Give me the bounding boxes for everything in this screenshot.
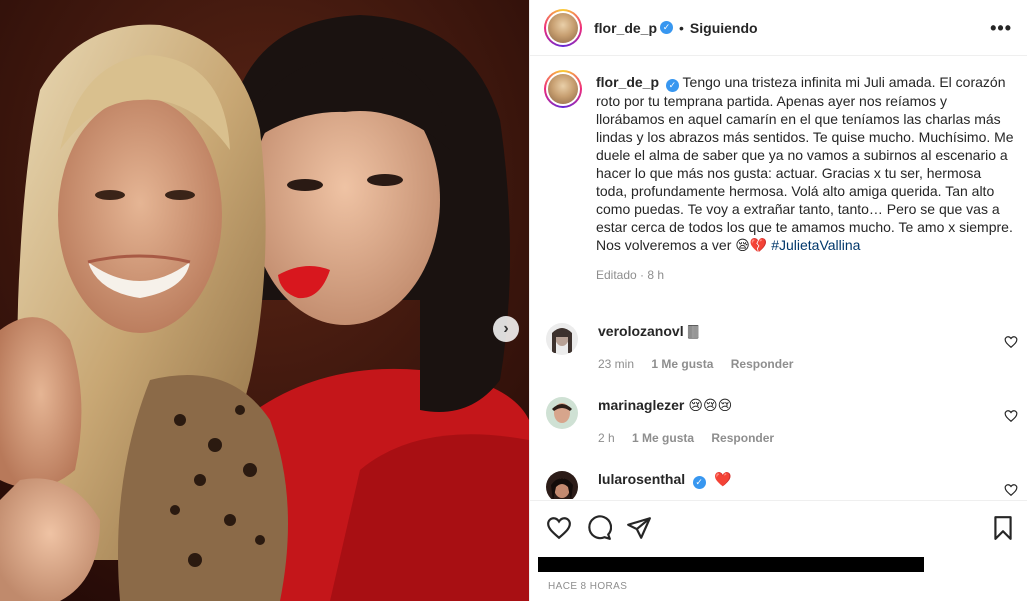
comment-time: 2 h [598,431,615,445]
chevron-right-icon: › [503,320,509,337]
commenter-username[interactable]: verolozanovl [598,323,684,339]
more-horizontal-icon[interactable]: ••• [990,18,1012,39]
post-header: flor_de_p ✓ • Siguiendo ••• [530,0,1027,56]
caption-username[interactable]: flor_de_p [596,74,659,90]
caption-avatar[interactable] [544,70,582,108]
commenter-avatar[interactable] [546,471,578,499]
separator-dot: • [679,19,684,36]
comment-icon[interactable] [586,515,612,541]
next-photo-button[interactable]: › [493,316,519,342]
comment-text: ❤️ [714,471,732,487]
comment-likes[interactable]: 1 Me gusta [651,357,713,371]
verified-badge-icon: ✓ [660,21,674,34]
heart-icon[interactable] [1004,335,1018,349]
comment-likes[interactable]: 1 Me gusta [632,431,694,445]
likes-redacted-bar [538,557,924,572]
post-panel: flor_de_p ✓ • Siguiendo ••• flor_de_p ✓ … [529,0,1027,601]
heart-icon[interactable] [1004,483,1018,497]
post-photo: › [0,0,529,601]
heart-icon[interactable] [546,515,572,541]
post-image [0,0,529,601]
author-avatar[interactable] [544,8,582,47]
reply-button[interactable]: Responder [711,431,774,445]
commenter-avatar[interactable] [546,323,578,355]
author-username[interactable]: flor_de_p [594,20,657,36]
heart-icon[interactable] [1004,409,1018,423]
comment-time: 23 min [598,357,635,371]
bookmark-icon[interactable] [990,515,1016,541]
comment-item: lularosenthal ✓ ❤️ [546,471,1018,499]
commenter-username[interactable]: marinaglezer [598,397,684,413]
comment-item: verolozanovl 🀫 23 min 1 Me gusta Responde… [546,323,1018,373]
caption-edited-time: Editado · 8 h [596,267,665,282]
comments-section[interactable]: flor_de_p ✓ Tengo una tristeza infinita … [530,57,1027,499]
commenter-username[interactable]: lularosenthal [598,471,685,487]
commenter-avatar[interactable] [546,397,578,429]
comment-text: 😢😢😢 [688,397,733,413]
post-timestamp[interactable]: HACE 8 HORAS [548,581,627,592]
caption-text: Tengo una tristeza infinita mi Juli amad… [596,74,1014,253]
post-actions: HACE 8 HORAS [530,500,1027,598]
share-icon[interactable] [626,515,652,541]
comment-item: marinaglezer 😢😢😢 2 h 1 Me gusta Responder [546,397,1018,447]
verified-badge-icon: ✓ [692,476,706,489]
verified-badge-icon: ✓ [665,78,679,92]
reply-button[interactable]: Responder [731,357,794,371]
following-button[interactable]: Siguiendo [690,20,758,36]
comment-text: 🀫 [687,323,699,339]
hashtag-link[interactable]: #JulietaVallina [771,237,860,253]
